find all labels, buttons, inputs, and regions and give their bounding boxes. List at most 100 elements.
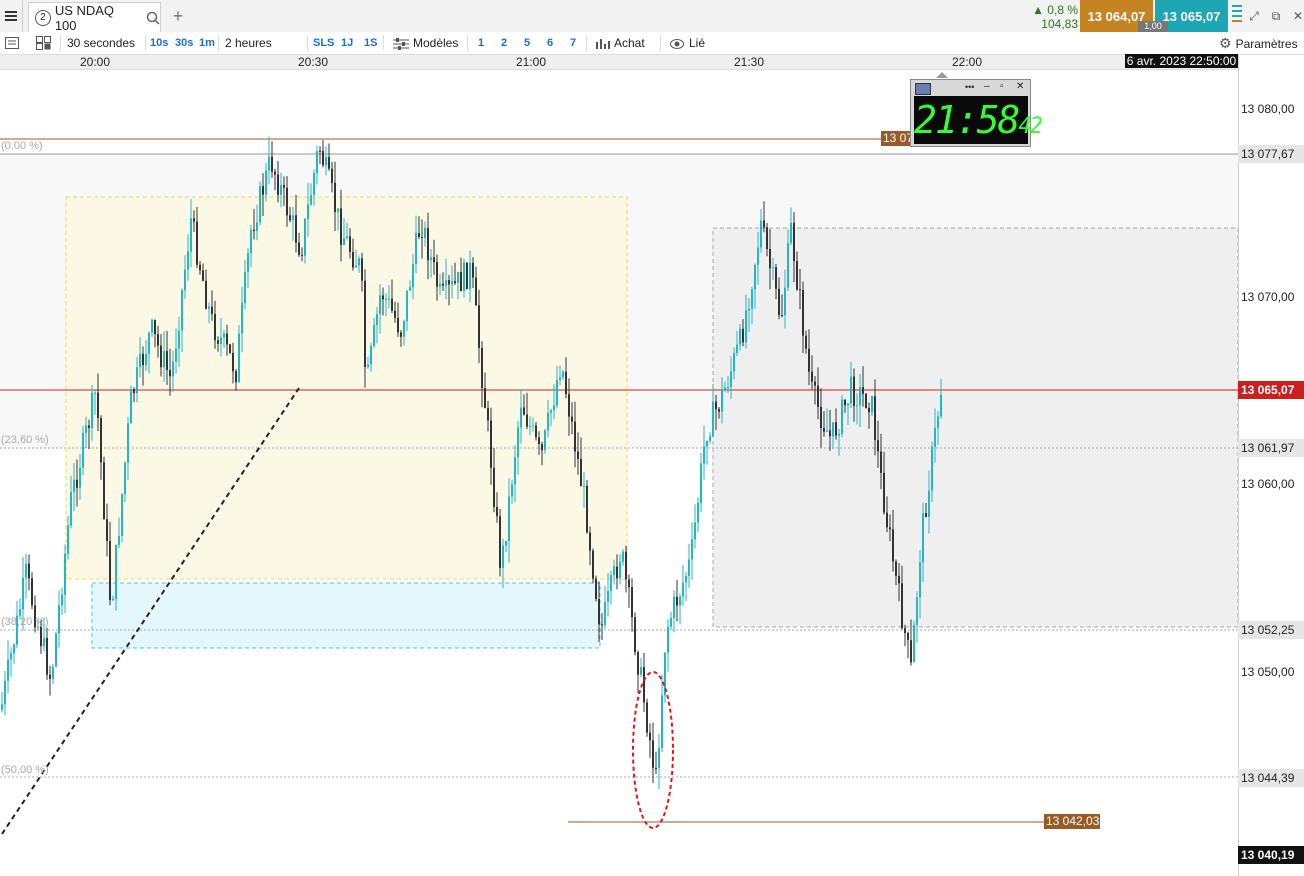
buy-button[interactable]: Achat xyxy=(596,32,645,54)
candle-body xyxy=(739,328,741,345)
expand-icon[interactable]: ⤢ xyxy=(1246,8,1262,24)
candle-body xyxy=(433,257,435,263)
candle-body xyxy=(76,479,78,488)
count-7-button[interactable]: 7 xyxy=(570,32,576,54)
gray-zone-rectangle[interactable] xyxy=(712,227,1238,628)
candle-body xyxy=(907,632,909,641)
close-icon[interactable]: ✕ xyxy=(1016,81,1024,92)
candle-body xyxy=(772,267,774,269)
close-icon[interactable]: ✕ xyxy=(1290,8,1304,24)
cyan-zone-rectangle[interactable] xyxy=(91,582,601,649)
candle-body xyxy=(91,392,93,428)
price-axis[interactable] xyxy=(1238,55,1304,876)
layout-icon[interactable] xyxy=(36,32,52,54)
candle-body xyxy=(508,496,510,541)
chart-tab[interactable]: 2 US NDAQ 100 xyxy=(28,2,161,33)
count-6-button[interactable]: 6 xyxy=(547,32,553,54)
candle-body xyxy=(766,227,768,250)
candle-body xyxy=(496,507,498,517)
candle-body xyxy=(67,525,69,554)
candle-body xyxy=(85,425,87,433)
candle-body xyxy=(235,371,237,383)
minimize-icon[interactable]: – xyxy=(984,81,990,92)
crosshair-datetime: 6 avr. 2023 22:50:00 xyxy=(1125,54,1238,68)
count-2-button[interactable]: 2 xyxy=(501,32,507,54)
span-sls-button[interactable]: SLS xyxy=(313,32,334,54)
candle-body xyxy=(649,732,651,741)
candle-body xyxy=(580,458,582,487)
candle-body xyxy=(319,150,321,152)
candle-body xyxy=(160,345,162,368)
maximize-icon[interactable]: ▫ xyxy=(1000,81,1004,92)
linked-button[interactable]: Lié xyxy=(670,32,705,54)
fib-label: (50,00 %) xyxy=(1,764,49,776)
candle-body xyxy=(148,332,150,355)
fib236-price-label: 13 061,97 xyxy=(1238,439,1304,457)
candle-body xyxy=(823,428,825,432)
candle-body xyxy=(751,289,753,309)
search-icon[interactable] xyxy=(146,11,160,25)
candle-body xyxy=(529,426,531,428)
tf-1m-button[interactable]: 1m xyxy=(199,32,215,54)
candle-body xyxy=(544,430,546,451)
chart-canvas[interactable]: (0,00 %) (23,60 %) (38,20 %) (50,00 %) 1… xyxy=(0,70,1238,876)
candle-body xyxy=(349,236,351,252)
candle-body xyxy=(748,308,750,311)
candle-body xyxy=(451,281,453,285)
candle-body xyxy=(436,262,438,287)
tf-10s-button[interactable]: 10s xyxy=(150,32,168,54)
candle-body xyxy=(196,221,198,265)
candle-body xyxy=(883,472,885,513)
candle-body xyxy=(931,446,933,491)
tf-30s-button[interactable]: 30s xyxy=(175,32,193,54)
span-select[interactable]: 2 heures xyxy=(225,32,272,54)
candle-body xyxy=(670,618,672,627)
timeframe-select[interactable]: 30 secondes xyxy=(67,32,135,54)
candle-body xyxy=(547,412,549,431)
candle-body xyxy=(634,617,636,653)
candle-body xyxy=(139,353,141,368)
candle-body xyxy=(100,418,102,463)
candle-body xyxy=(607,591,609,602)
candle-body xyxy=(115,544,117,599)
count-1-button[interactable]: 1 xyxy=(478,32,484,54)
order-panel-icon[interactable] xyxy=(1229,4,1245,22)
window-icon xyxy=(915,83,931,95)
yellow-zone-rectangle[interactable] xyxy=(65,196,628,580)
settings-label: Paramètres xyxy=(1235,37,1298,51)
more-icon[interactable]: ••• xyxy=(965,82,974,92)
candle-body xyxy=(862,387,864,394)
models-button[interactable]: Modèles xyxy=(393,32,458,54)
count-5-button[interactable]: 5 xyxy=(524,32,530,54)
clock-widget[interactable]: ••• – ▫ ✕ 21:5842 xyxy=(910,79,1043,147)
price-tick: 13 070,00 xyxy=(1241,290,1295,304)
candle-body xyxy=(430,257,432,261)
candle-body xyxy=(106,519,108,541)
candle-body xyxy=(589,532,591,551)
candle-body xyxy=(49,674,51,679)
candle-body xyxy=(682,582,684,597)
candle-body xyxy=(922,513,924,563)
candle-body xyxy=(838,433,840,436)
list-icon[interactable] xyxy=(5,32,19,54)
candle-body xyxy=(43,637,45,647)
span-1j-button[interactable]: 1J xyxy=(341,32,353,54)
settings-button[interactable]: ⚙ Paramètres xyxy=(1219,32,1298,54)
hamburger-menu-icon[interactable] xyxy=(0,0,23,32)
candle-body xyxy=(253,229,255,232)
candle-body xyxy=(937,416,939,428)
candle-body xyxy=(802,290,804,336)
candle-body xyxy=(208,306,210,309)
span-1s-button[interactable]: 1S xyxy=(364,32,377,54)
add-tab-button[interactable]: + xyxy=(168,6,188,26)
popout-icon[interactable]: ⧉ xyxy=(1268,8,1284,24)
candle-body xyxy=(328,157,330,169)
scale-icon xyxy=(596,38,610,49)
candle-body xyxy=(817,385,819,407)
divider xyxy=(467,35,468,51)
candle-body xyxy=(286,187,288,216)
top-tab-bar: 2 US NDAQ 100 + ▲ 0,8 % 104,83 13 064,07… xyxy=(0,0,1304,33)
candle-body xyxy=(913,624,915,663)
candle-body xyxy=(736,344,738,354)
candle-body xyxy=(295,215,297,243)
